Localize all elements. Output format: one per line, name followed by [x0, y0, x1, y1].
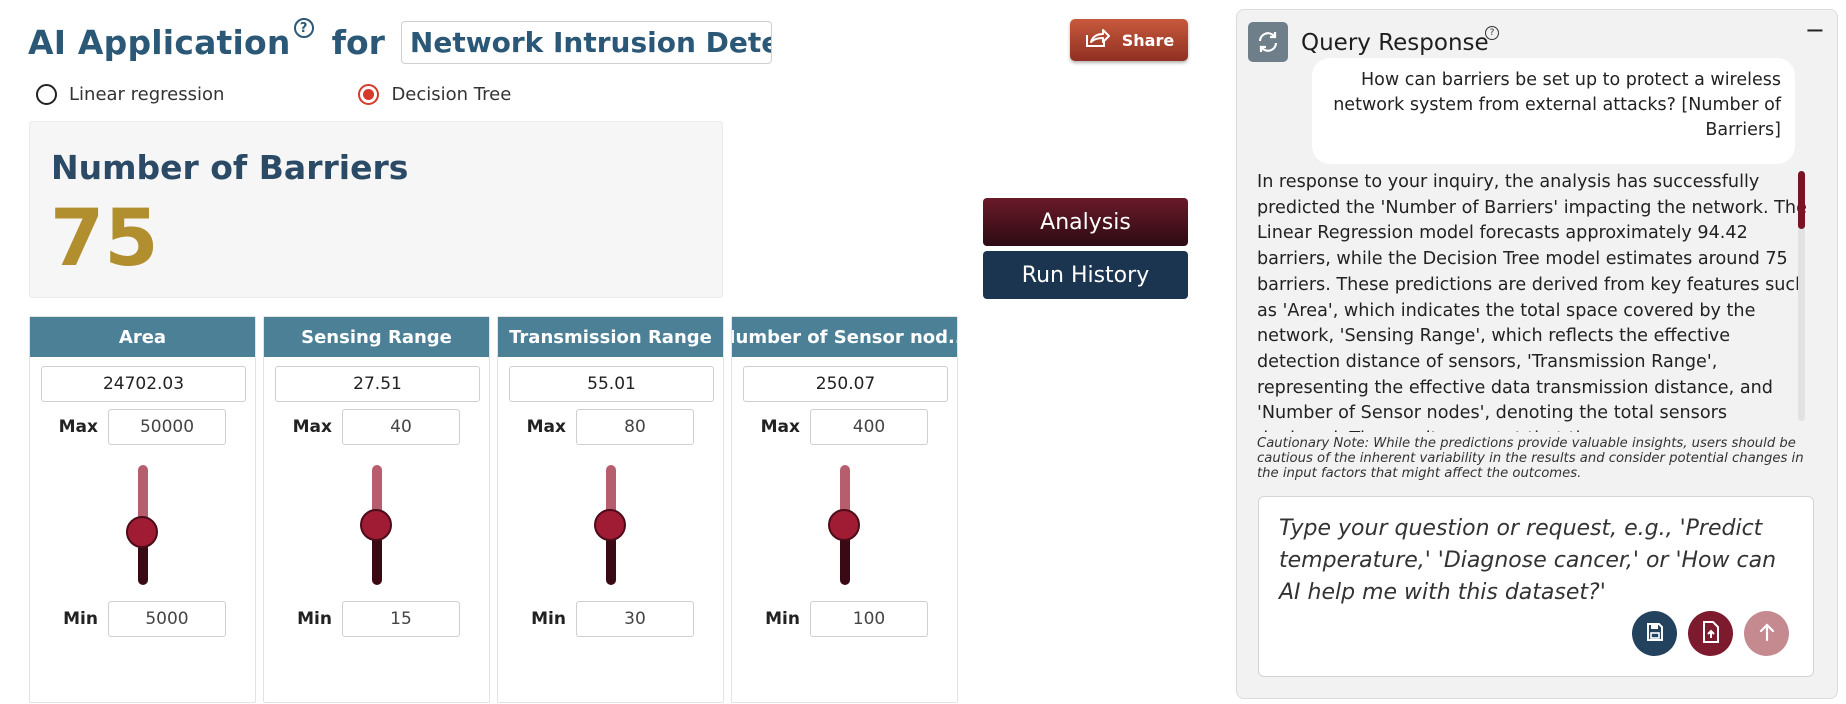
min-input[interactable]: 15: [342, 601, 460, 637]
refresh-icon[interactable]: [1248, 22, 1288, 62]
send-button[interactable]: [1744, 611, 1789, 656]
min-row: Min 100: [732, 601, 957, 637]
min-label: Min: [297, 609, 332, 629]
max-label: Max: [760, 417, 800, 437]
query-response-panel: Query Response ? − How can barriers be s…: [1236, 9, 1838, 699]
caution-note: Cautionary Note: While the predictions p…: [1257, 436, 1804, 481]
min-row: Min 15: [264, 601, 489, 637]
dataset-name-field[interactable]: Network Intrusion Detect: [400, 20, 772, 64]
help-icon[interactable]: ?: [1485, 26, 1499, 40]
run-history-button[interactable]: Run History: [983, 251, 1188, 299]
min-input[interactable]: 30: [576, 601, 694, 637]
max-input[interactable]: 80: [576, 409, 694, 445]
share-icon: [1084, 27, 1110, 53]
minimize-icon[interactable]: −: [1805, 16, 1825, 44]
feature-value-input[interactable]: 250.07: [743, 366, 948, 402]
max-input[interactable]: 40: [342, 409, 460, 445]
save-icon: [1645, 622, 1665, 646]
max-label: Max: [292, 417, 332, 437]
radio-decision-tree[interactable]: Decision Tree: [358, 84, 511, 105]
prediction-card: Number of Barriers 75: [29, 121, 723, 298]
panel-title: Query Response: [1301, 30, 1489, 56]
max-label: Max: [526, 417, 566, 437]
min-input[interactable]: 5000: [108, 601, 226, 637]
arrow-up-icon: [1758, 622, 1776, 646]
query-input[interactable]: Type your question or request, e.g., 'Pr…: [1258, 496, 1814, 677]
max-input[interactable]: 400: [810, 409, 928, 445]
scrollbar-thumb[interactable]: [1798, 171, 1805, 229]
user-question-bubble: How can barriers be set up to protect a …: [1312, 58, 1795, 164]
title-row: AI Application ? for Network Intrusion D…: [28, 14, 772, 70]
file-upload-icon: [1701, 620, 1721, 647]
feature-header: Transmission Range: [498, 317, 723, 357]
feature-value-input[interactable]: 27.51: [275, 366, 480, 402]
max-label: Max: [58, 417, 98, 437]
share-button[interactable]: Share: [1070, 19, 1188, 61]
min-label: Min: [765, 609, 800, 629]
save-button[interactable]: [1632, 611, 1677, 656]
help-icon[interactable]: ?: [293, 18, 314, 38]
feature-value-input[interactable]: 55.01: [509, 366, 714, 402]
feature-sensor-nodes: Number of Sensor nod... 250.07 Max 400 M…: [731, 316, 958, 703]
min-label: Min: [531, 609, 566, 629]
min-row: Min 5000: [30, 601, 255, 637]
max-input[interactable]: 50000: [108, 409, 226, 445]
app-title: AI Application: [28, 22, 291, 62]
slider-thumb[interactable]: [360, 509, 392, 541]
feature-sensing-range: Sensing Range 27.51 Max 40 Min 15: [263, 316, 490, 703]
prediction-label: Number of Barriers: [51, 148, 409, 187]
feature-value-input[interactable]: 24702.03: [41, 366, 246, 402]
radio-unselected-icon: [36, 84, 57, 105]
feature-area: Area 24702.03 Max 50000 Min 5000: [29, 316, 256, 703]
radio-linear-regression[interactable]: Linear regression: [36, 84, 224, 105]
analysis-button[interactable]: Analysis: [983, 198, 1188, 246]
radio-label: Decision Tree: [391, 84, 512, 105]
model-selector: Linear regression Decision Tree: [36, 84, 511, 105]
min-row: Min 30: [498, 601, 723, 637]
for-label: for: [331, 22, 385, 62]
slider-thumb[interactable]: [126, 516, 158, 549]
radio-selected-icon: [358, 84, 380, 105]
share-label: Share: [1121, 30, 1175, 50]
max-row: Max 400: [732, 409, 957, 445]
max-row: Max 50000: [30, 409, 255, 445]
max-row: Max 40: [264, 409, 489, 445]
min-label: Min: [63, 609, 98, 629]
response-text: In response to your inquiry, the analysi…: [1257, 172, 1807, 432]
feature-header: Number of Sensor nod...: [732, 317, 957, 357]
slider-thumb[interactable]: [594, 509, 626, 541]
upload-file-button[interactable]: [1688, 611, 1733, 656]
feature-header: Area: [30, 317, 255, 357]
max-row: Max 80: [498, 409, 723, 445]
slider-thumb[interactable]: [828, 509, 860, 541]
query-placeholder: Type your question or request, e.g., 'Pr…: [1279, 516, 1777, 605]
response-scrollbar[interactable]: [1798, 171, 1805, 421]
feature-transmission-range: Transmission Range 55.01 Max 80 Min 30: [497, 316, 724, 703]
min-input[interactable]: 100: [810, 601, 928, 637]
feature-header: Sensing Range: [264, 317, 489, 357]
radio-label: Linear regression: [69, 84, 225, 105]
prediction-value: 75: [50, 194, 159, 284]
